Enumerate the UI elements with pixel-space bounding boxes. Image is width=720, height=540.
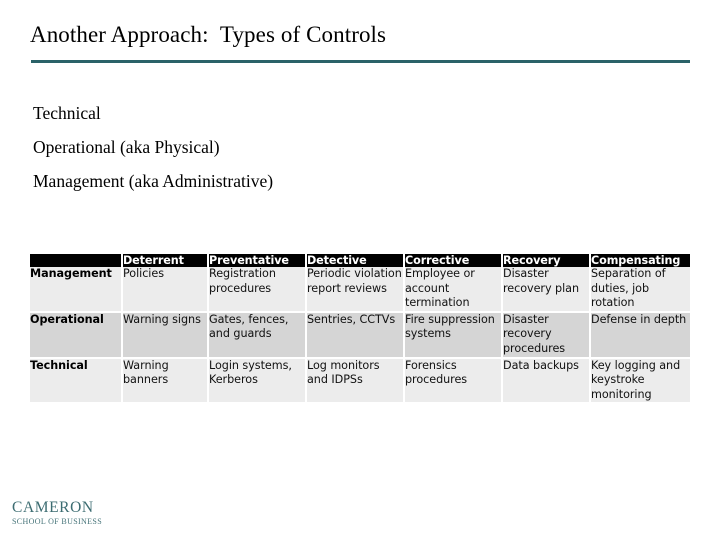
cell-technical-preventative: Login systems, Kerberos [208, 357, 307, 403]
cell-technical-deterrent: Warning banners [122, 357, 209, 403]
column-header-deterrent: Deterrent [122, 254, 209, 267]
row-header-technical: Technical [30, 357, 123, 403]
cell-management-detective: Periodic violation report reviews [306, 267, 405, 313]
table-row-operational: Operational Warning signs Gates, fences,… [30, 311, 690, 359]
cell-operational-recovery: Disaster recovery procedures [502, 311, 591, 359]
column-header-detective: Detective [306, 254, 405, 267]
controls-matrix-table: Deterrent Preventative Detective Correct… [30, 254, 690, 403]
cell-operational-preventative: Gates, fences, and guards [208, 311, 307, 359]
column-header-recovery: Recovery [502, 254, 591, 267]
logo-tagline: SCHOOL OF BUSINESS [12, 517, 103, 526]
row-header-management: Management [30, 267, 123, 313]
cell-management-deterrent: Policies [122, 267, 209, 313]
cell-operational-deterrent: Warning signs [122, 311, 209, 359]
matrix-corner-cell [30, 254, 123, 267]
column-header-preventative: Preventative [208, 254, 307, 267]
body-line-management: Management (aka Administrative) [33, 171, 274, 191]
table-row-technical: Technical Warning banners Login systems,… [30, 357, 690, 403]
cell-operational-detective: Sentries, CCTVs [306, 311, 405, 359]
body-line-operational: Operational (aka Physical) [33, 137, 220, 157]
cell-management-recovery: Disaster recovery plan [502, 267, 591, 313]
title-divider [31, 60, 690, 63]
cell-technical-recovery: Data backups [502, 357, 591, 403]
cell-operational-corrective: Fire suppression systems [404, 311, 503, 359]
table-header-row: Deterrent Preventative Detective Correct… [30, 254, 690, 267]
column-header-compensating: Compensating [590, 254, 690, 267]
body-line-technical: Technical [33, 103, 101, 123]
cameron-school-of-business-logo: CAMERON SCHOOL OF BUSINESS [12, 500, 162, 527]
table-row-management: Management Policies Registration procedu… [30, 267, 690, 313]
column-header-corrective: Corrective [404, 254, 503, 267]
cell-operational-compensating: Defense in depth [590, 311, 690, 359]
cell-management-compensating: Separation of duties, job rotation [590, 267, 690, 313]
row-header-operational: Operational [30, 311, 123, 359]
cell-technical-detective: Log monitors and IDPSs [306, 357, 405, 403]
logo-name: CAMERON [12, 499, 94, 516]
page-title: Another Approach: Types of Controls [30, 22, 387, 47]
cell-technical-compensating: Key logging and keystroke monitoring [590, 357, 690, 403]
body-text-block: Technical Operational (aka Physical) Man… [33, 96, 673, 198]
cell-technical-corrective: Forensics procedures [404, 357, 503, 403]
cell-management-corrective: Employee or account termination [404, 267, 503, 313]
cell-management-preventative: Registration procedures [208, 267, 307, 313]
